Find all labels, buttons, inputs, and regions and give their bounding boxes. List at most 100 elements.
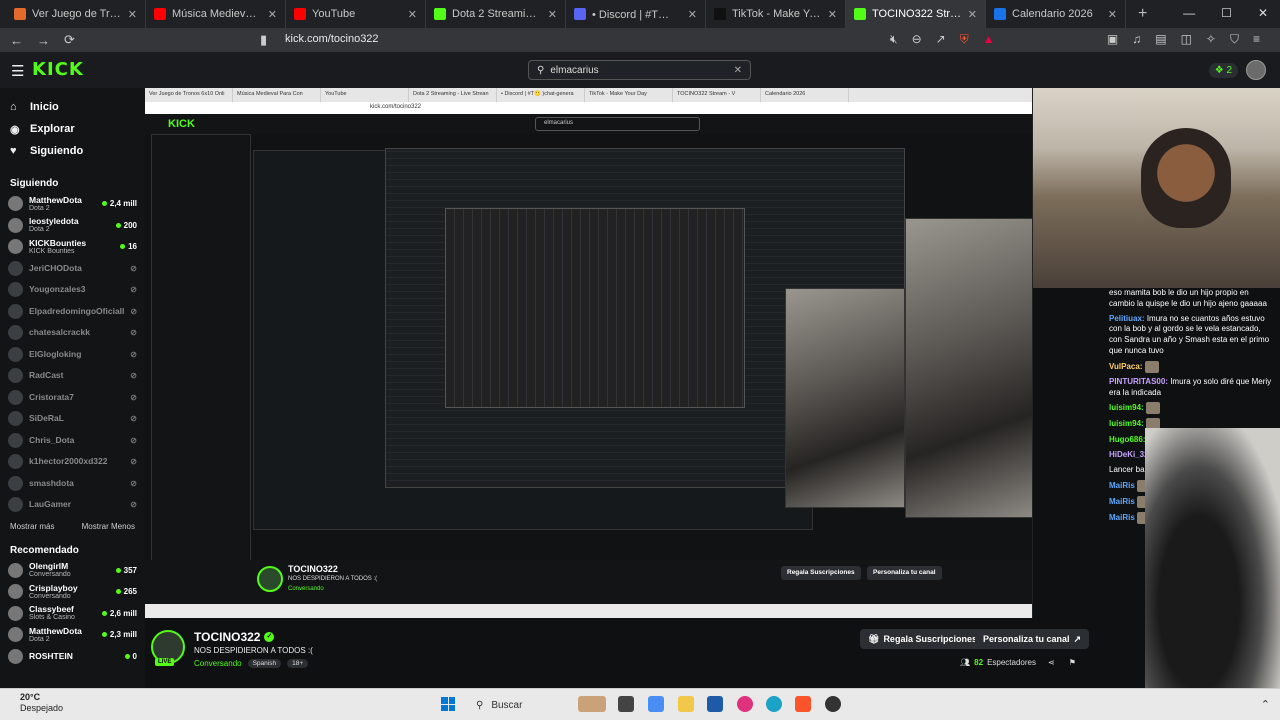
maximize-icon[interactable]: ☐ [1221, 6, 1232, 20]
following-channel[interactable]: leostyledota Dota 2 200 [0, 215, 145, 237]
following-channel[interactable]: k1hector2000xd322 ⊘ [0, 451, 145, 473]
gift-subs-button[interactable]: 🎁︎ Regala Suscripciones [860, 629, 985, 649]
nav-siguiendo[interactable]: ♥ Siguiendo [10, 140, 135, 162]
following-channel[interactable]: Cristorata7 ⊘ [0, 387, 145, 409]
chat-username[interactable]: MaiRis [1109, 481, 1135, 490]
share-icon[interactable]: ↗ [936, 32, 946, 47]
stream-video[interactable]: Ver Juego de Tronos 6x10 Onli Música Medi… [145, 88, 1033, 618]
close-tab-icon[interactable]: ✕ [688, 8, 697, 21]
following-channel[interactable]: SiDeRaL ⊘ [0, 408, 145, 430]
channel-name[interactable]: TOCINO322 [194, 630, 260, 644]
following-channel[interactable]: ElpadredomingoOficiall ⊘ [0, 301, 145, 323]
taskbar-search[interactable]: ⚲ Buscar [466, 694, 566, 716]
close-tab-icon[interactable]: ✕ [268, 8, 277, 21]
back-icon[interactable]: ← [10, 33, 23, 48]
following-channel[interactable]: KICKBounties KICK Bounties 16 [0, 236, 145, 258]
following-channel[interactable]: JeriCHODota ⊘ [0, 258, 145, 280]
recommended-channel[interactable]: Classybeef Slots & Casino 2,6 mill [0, 603, 145, 625]
browser-tab[interactable]: • Discord | #T😶 )chat-genera ✕ [566, 0, 706, 28]
stream-category[interactable]: Conversando [194, 659, 242, 668]
obs-icon[interactable] [825, 696, 841, 712]
wallet-icon[interactable]: ◫ [1181, 32, 1192, 47]
copilot-icon[interactable] [648, 696, 664, 712]
user-avatar[interactable] [1246, 60, 1266, 80]
show-less-button[interactable]: Mostrar Menos [82, 522, 135, 531]
following-channel[interactable]: Yougonzales3 ⊘ [0, 279, 145, 301]
following-channel[interactable]: smashdota ⊘ [0, 473, 145, 495]
browser-tab[interactable]: TOCINO322 Stream - V ✕ [846, 0, 986, 28]
browser-tab[interactable]: Música Medieval Para Con ✕ [146, 0, 286, 28]
music-icon[interactable]: ♫ [1132, 32, 1141, 47]
task-view-icon[interactable] [618, 696, 634, 712]
close-tab-icon[interactable]: ✕ [128, 8, 137, 21]
browser-tab[interactable]: YouTube ✕ [286, 0, 426, 28]
vpn-icon[interactable]: ⛉ [1230, 32, 1239, 47]
following-channel[interactable]: MatthewDota Dota 2 2,4 mill [0, 193, 145, 215]
following-channel[interactable]: RadCast ⊘ [0, 365, 145, 387]
browser-tab[interactable]: TikTok - Make Your Day ✕ [706, 0, 846, 28]
opera-icon[interactable] [737, 696, 753, 712]
leo-icon[interactable]: ✧ [1206, 32, 1216, 47]
language-tag[interactable]: Spanish [247, 659, 282, 668]
minimize-icon[interactable]: — [1183, 6, 1195, 20]
mute-icon[interactable]: 🔇︎ [890, 32, 898, 47]
hamburger-menu-icon[interactable]: ☰ [11, 62, 24, 80]
nav-inicio[interactable]: ⌂ Inicio [10, 96, 135, 118]
tray-chevron-icon[interactable]: ⌃ [1261, 698, 1270, 711]
close-tab-icon[interactable]: ✕ [828, 8, 837, 21]
chat-username[interactable]: Hugo686: [1109, 435, 1145, 444]
url-field[interactable]: kick.com/tocino322 [285, 33, 379, 45]
zoom-icon[interactable]: ⊖ [912, 32, 922, 47]
chat-username[interactable]: VulPaca: [1109, 362, 1143, 371]
chat-username[interactable]: MaiRis [1109, 513, 1135, 522]
following-channel[interactable]: LauGamer ⊘ [0, 494, 145, 516]
following-channel[interactable]: Chris_Dota ⊘ [0, 430, 145, 452]
brave-icon[interactable] [795, 696, 811, 712]
close-tab-icon[interactable]: ✕ [548, 8, 557, 21]
edge-icon[interactable] [766, 696, 782, 712]
browser-tab[interactable]: Dota 2 Streaming - Live Strean ✕ [426, 0, 566, 28]
chat-username[interactable]: PINTURITAS00: [1109, 377, 1168, 386]
close-window-icon[interactable]: ✕ [1258, 6, 1268, 20]
report-icon[interactable]: ⚑ [1069, 658, 1076, 667]
chat-username[interactable]: luisim94: [1109, 419, 1144, 428]
age-tag[interactable]: 18+ [287, 659, 309, 668]
chat-username[interactable]: Pelitiuax: [1109, 314, 1145, 323]
search-input[interactable]: ⚲ elmacarius ✕ [528, 60, 751, 80]
new-tab-icon[interactable]: + [1126, 5, 1159, 23]
chat-message: Pelitiuax: Imura no se cuantos años estu… [1109, 314, 1274, 357]
clear-search-icon[interactable]: ✕ [734, 65, 742, 76]
windows-start-icon[interactable] [441, 697, 455, 711]
chat-username[interactable]: luisim94: [1109, 403, 1144, 412]
weather-widget[interactable]: 20°C Despejado [20, 692, 63, 714]
brave-shield-icon[interactable]: ⛨ [960, 32, 969, 47]
forward-icon[interactable]: → [37, 33, 50, 48]
following-channel[interactable]: chatesalcrackk ⊘ [0, 322, 145, 344]
nav-explorar[interactable]: ◉ Explorar [10, 118, 135, 140]
chat-username[interactable]: MaiRis [1109, 497, 1135, 506]
browser-tab[interactable]: Ver Juego de Tronos 6x10 Onli ✕ [6, 0, 146, 28]
menu-icon[interactable]: ≡ [1253, 32, 1260, 47]
browser-tab[interactable]: Calendario 2026 ✕ [986, 0, 1126, 28]
rewards-icon[interactable]: ▲ [983, 32, 995, 47]
reading-list-icon[interactable]: ▤ [1155, 32, 1166, 47]
customize-channel-button[interactable]: Personaliza tu canal ↗ [975, 629, 1090, 649]
notification-badge[interactable]: ❖ 2 [1208, 62, 1238, 78]
file-explorer-icon[interactable] [678, 696, 694, 712]
kick-logo[interactable]: KICK [32, 59, 84, 80]
widget-icon[interactable] [578, 696, 606, 712]
bookmark-icon[interactable]: ▮ [260, 32, 267, 48]
recommended-channel[interactable]: Crisplayboy Conversando 265 [0, 581, 145, 603]
show-more-button[interactable]: Mostrar más [10, 522, 54, 531]
close-tab-icon[interactable]: ✕ [408, 8, 417, 21]
recommended-channel[interactable]: OlengirlM Conversando 357 [0, 560, 145, 582]
reload-icon[interactable]: ⟳ [64, 32, 75, 48]
recommended-channel[interactable]: ROSHTEIN 0 [0, 646, 145, 668]
sidebar-toggle-icon[interactable]: ▣ [1107, 32, 1118, 47]
share-stream-icon[interactable]: ⋖ [1048, 658, 1055, 667]
recommended-channel[interactable]: MatthewDota Dota 2 2,3 mill [0, 624, 145, 646]
store-icon[interactable] [707, 696, 723, 712]
close-tab-icon[interactable]: ✕ [1108, 8, 1117, 21]
close-tab-icon[interactable]: ✕ [968, 8, 977, 21]
following-channel[interactable]: ElGlogloking ⊘ [0, 344, 145, 366]
